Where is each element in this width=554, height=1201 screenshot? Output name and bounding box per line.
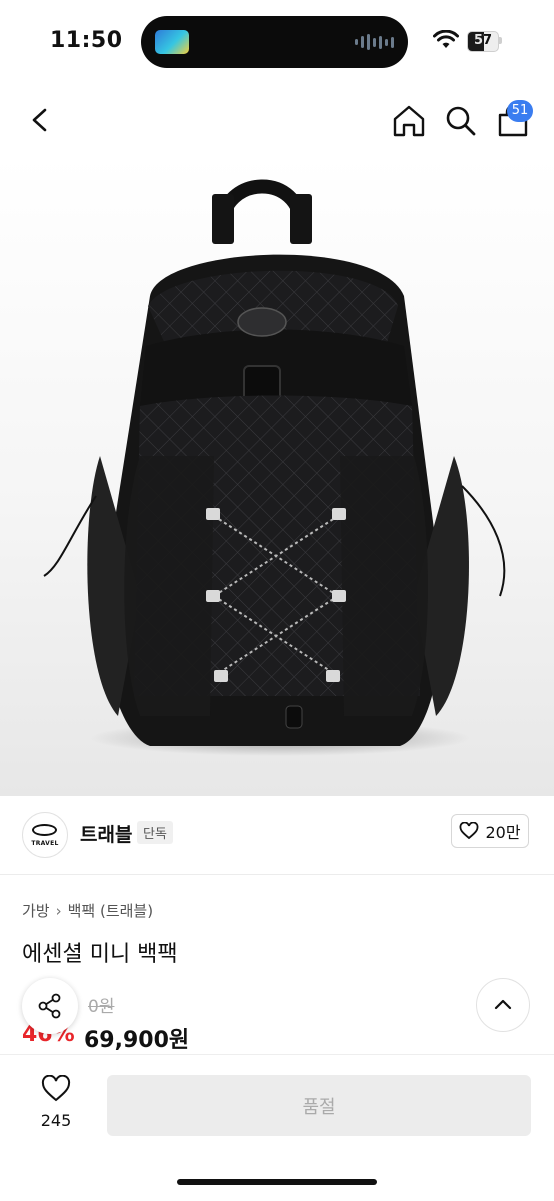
breadcrumb-subcategory[interactable]: 백팩 (트래블) bbox=[68, 900, 153, 921]
brand-logo-text: TRAVEL bbox=[31, 840, 59, 847]
heart-icon bbox=[41, 1074, 71, 1102]
brand-logo-mark bbox=[32, 824, 57, 836]
battery-icon: 57 bbox=[467, 31, 499, 52]
brand-like-button[interactable]: 20만 bbox=[451, 814, 529, 848]
sale-price: 69,900원 bbox=[84, 1028, 190, 1053]
soldout-button[interactable]: 품절 bbox=[107, 1075, 531, 1136]
exclusive-badge: 단독 bbox=[137, 821, 173, 844]
battery-level: 57 bbox=[473, 33, 493, 48]
home-indicator[interactable] bbox=[177, 1179, 377, 1185]
clock: 11:50 bbox=[50, 28, 123, 53]
search-icon[interactable] bbox=[442, 102, 480, 140]
backpack-illustration bbox=[43, 179, 506, 756]
cart-count-badge: 51 bbox=[507, 100, 533, 122]
product-title: 에센셜 미니 백팩 bbox=[22, 942, 178, 967]
share-icon bbox=[38, 993, 61, 1019]
brand-like-count: 20만 bbox=[485, 823, 521, 842]
brand-name[interactable]: 트래블 bbox=[80, 820, 132, 847]
chevron-up-icon bbox=[494, 999, 512, 1010]
brand-logo[interactable]: TRAVEL bbox=[22, 812, 68, 858]
scroll-top-button[interactable] bbox=[476, 978, 530, 1032]
breadcrumb: 가방 › 백팩 (트래블) bbox=[22, 900, 153, 921]
product-image[interactable] bbox=[0, 156, 554, 796]
status-bar: 11:50 57 bbox=[0, 0, 554, 84]
back-arrow-icon[interactable] bbox=[22, 102, 58, 138]
dynamic-island[interactable] bbox=[141, 16, 408, 68]
home-icon[interactable] bbox=[390, 102, 428, 140]
breadcrumb-category[interactable]: 가방 bbox=[22, 900, 50, 921]
original-price: 0원 bbox=[88, 997, 115, 1017]
wishlist-button[interactable]: 245 bbox=[24, 1074, 88, 1130]
wifi-icon bbox=[433, 30, 459, 48]
wishlist-count: 245 bbox=[40, 1111, 72, 1130]
heart-icon bbox=[460, 822, 479, 840]
now-playing-thumbnail bbox=[155, 30, 189, 54]
share-button[interactable] bbox=[22, 978, 78, 1034]
brand-row: TRAVEL 트래블 단독 20만 bbox=[0, 796, 554, 875]
top-nav bbox=[0, 84, 554, 156]
audio-wave-icon bbox=[355, 34, 394, 50]
chevron-right-icon: › bbox=[55, 901, 62, 920]
